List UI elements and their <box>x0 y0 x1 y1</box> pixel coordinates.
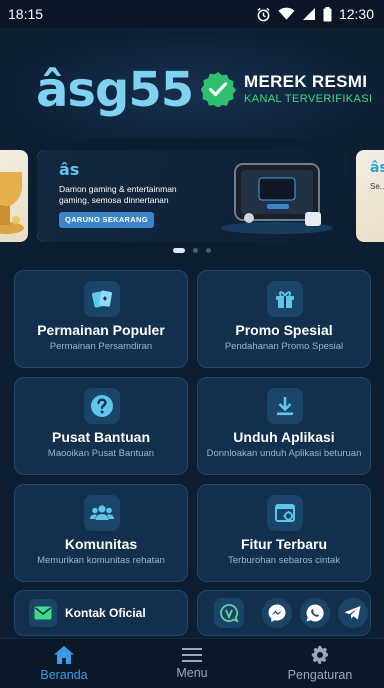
slide-logo: âs <box>59 160 80 179</box>
bottom-navigation: Beranda Menu Pengaturan <box>0 638 384 688</box>
gear-icon <box>311 645 328 664</box>
card-promo-spesial[interactable]: Promo Spesial Pendahanan Promo Spesial <box>197 270 371 368</box>
carousel-dot-2[interactable] <box>193 248 198 253</box>
signal-icon <box>302 8 315 20</box>
hero-banner: âsg55 MEREK RESMI KANAL TERVERIFIKASI <box>0 28 384 138</box>
nav-beranda[interactable]: Beranda <box>0 639 128 688</box>
carousel-dot-3[interactable] <box>206 248 211 253</box>
carousel-dot-1[interactable] <box>173 248 185 253</box>
card-subtitle: Donnloakan unduh Aplikasi beturuan <box>206 448 362 459</box>
card-pusat-bantuan[interactable]: Pusat Bantuan Maooikan Pusat Bantuan <box>14 377 188 475</box>
slide-description: Damon gaming & entertainman gaming, semo… <box>59 184 177 205</box>
card-subtitle: Maooikan Pusat Bantuan <box>47 448 155 459</box>
download-icon <box>267 388 303 424</box>
promo-carousel[interactable]: âs Damon gaming & entertainman gaming, s… <box>0 148 384 244</box>
status-icons: 12:30 <box>256 6 374 22</box>
card-subtitle: Terburohan sebaros cintak <box>228 555 340 566</box>
card-komunitas[interactable]: Komunitas Memurikan komunitas rehatan <box>14 484 188 582</box>
card-title: Fitur Terbaru <box>240 536 328 552</box>
card-subtitle: Pendahanan Promo Spesial <box>224 341 344 352</box>
carousel-slide-active[interactable]: âs Damon gaming & entertainman gaming, s… <box>37 150 348 242</box>
card-title: Promo Spesial <box>235 322 333 338</box>
card-subtitle: Memurikan komunitas rehatan <box>37 555 165 566</box>
verified-check-icon <box>200 72 236 107</box>
verified-badge-block: MEREK RESMI KANAL TERVERIFIKASI <box>200 71 372 107</box>
nav-label: Pengaturan <box>287 668 353 682</box>
gift-icon <box>267 281 303 317</box>
battery-icon <box>323 6 332 21</box>
verified-subtitle: KANAL TERVERIFIKASI <box>244 93 373 105</box>
card-title: Unduh Aplikasi <box>233 429 335 445</box>
wifi-icon <box>278 7 295 20</box>
help-icon <box>84 388 120 424</box>
contact-official-button[interactable]: Kontak Oficial <box>14 590 188 636</box>
device-illustration <box>221 163 333 234</box>
card-unduh-aplikasi[interactable]: Unduh Aplikasi Donnloakan unduh Aplikasi… <box>197 377 371 475</box>
verified-text: MEREK RESMI KANAL TERVERIFIKASI <box>244 72 372 106</box>
trophy-image <box>0 172 24 234</box>
telegram-icon[interactable] <box>338 598 368 628</box>
carousel-indicator <box>0 248 384 253</box>
nav-label: Menu <box>176 666 208 680</box>
card-permainan-populer[interactable]: Permainan Populer Permainan Persamdiran <box>14 270 188 368</box>
nav-label: Beranda <box>40 668 88 682</box>
nav-pengaturan[interactable]: Pengaturan <box>256 639 384 688</box>
verified-title: MEREK RESMI <box>244 72 368 91</box>
messenger-icon[interactable] <box>262 598 292 628</box>
status-clock: 12:30 <box>338 6 374 22</box>
status-time: 18:15 <box>8 6 44 22</box>
community-icon <box>84 495 120 531</box>
next-slide-logo: âs <box>370 160 384 176</box>
brand-logo: âsg55 <box>36 62 194 118</box>
alarm-icon <box>257 7 270 21</box>
vip-chat-icon[interactable] <box>214 598 244 628</box>
whatsapp-icon[interactable] <box>300 598 330 628</box>
carousel-slide-next[interactable]: âs Se... m... <box>356 150 384 242</box>
mail-icon <box>29 599 57 627</box>
nav-menu[interactable]: Menu <box>128 639 256 688</box>
card-subtitle: Permainan Persamdiran <box>49 341 153 352</box>
status-bar: 18:15 12:30 <box>0 0 384 28</box>
card-title: Permainan Populer <box>37 322 165 338</box>
social-links <box>197 590 371 636</box>
slide-cta-button[interactable]: QARUNO SEKARANG <box>59 212 154 228</box>
cards-icon <box>84 281 120 317</box>
menu-icon <box>182 648 202 662</box>
contact-label: Kontak Oficial <box>65 606 146 620</box>
card-fitur-terbaru[interactable]: Fitur Terbaru Terburohan sebaros cintak <box>197 484 371 582</box>
carousel-slide-prev[interactable] <box>0 150 28 242</box>
card-title: Komunitas <box>64 536 138 552</box>
home-icon <box>54 646 74 664</box>
next-slide-text: Se... m... <box>370 182 384 191</box>
card-title: Pusat Bantuan <box>51 429 150 445</box>
new-feature-icon <box>267 495 303 531</box>
